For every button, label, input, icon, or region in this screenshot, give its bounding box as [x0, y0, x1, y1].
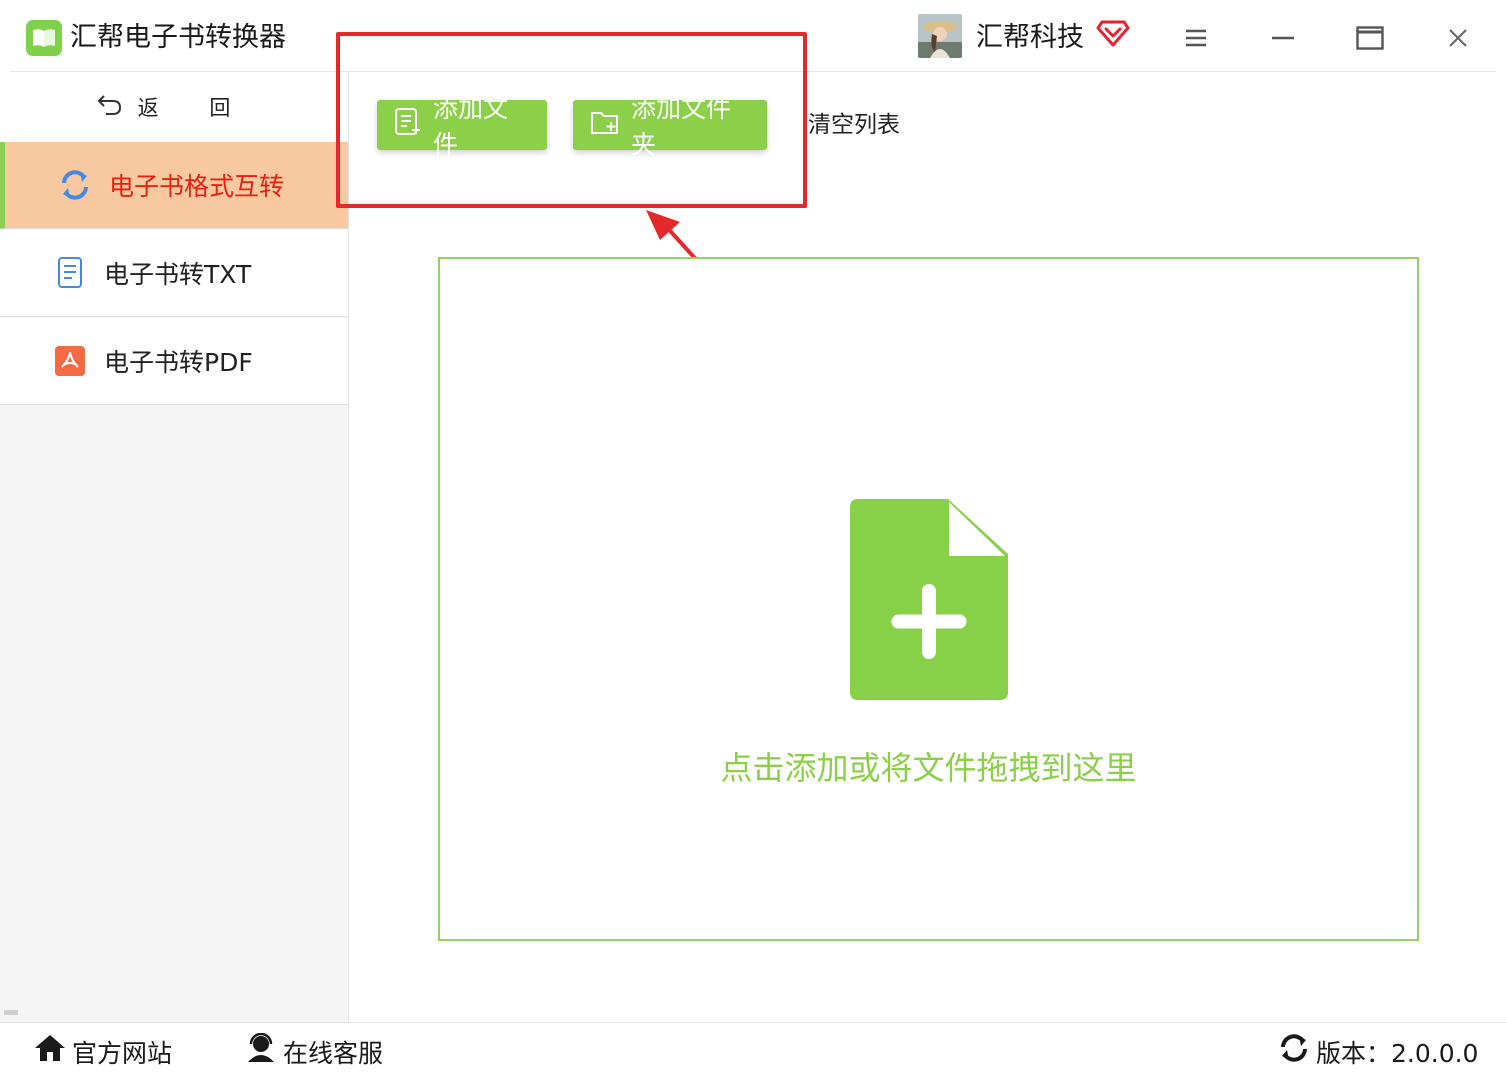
- version-info[interactable]: 版本：2.0.0.0: [1278, 1033, 1478, 1074]
- drop-zone-hint: 点击添加或将文件拖拽到这里: [720, 749, 1137, 787]
- refresh-icon: [1278, 1033, 1310, 1074]
- status-bar: 官方网站 在线客服 版本：2.0.0.0: [0, 1022, 1506, 1080]
- file-drop-zone[interactable]: 点击添加或将文件拖拽到这里: [438, 257, 1419, 941]
- online-service-label: 在线客服: [283, 1038, 384, 1068]
- official-website-label: 官方网站: [72, 1038, 173, 1068]
- online-service-link[interactable]: 在线客服: [245, 1032, 384, 1074]
- version-label: 版本：2.0.0.0: [1316, 1038, 1479, 1068]
- home-icon: [34, 1033, 66, 1074]
- official-website-link[interactable]: 官方网站: [34, 1033, 172, 1074]
- add-file-large-icon: [850, 499, 1008, 700]
- customer-service-icon: [245, 1032, 277, 1074]
- app-window: 汇帮电子书转换器 汇帮科技 返 回 电子书格式互转 电子书转TXT 电子书转PD…: [0, 0, 1506, 1080]
